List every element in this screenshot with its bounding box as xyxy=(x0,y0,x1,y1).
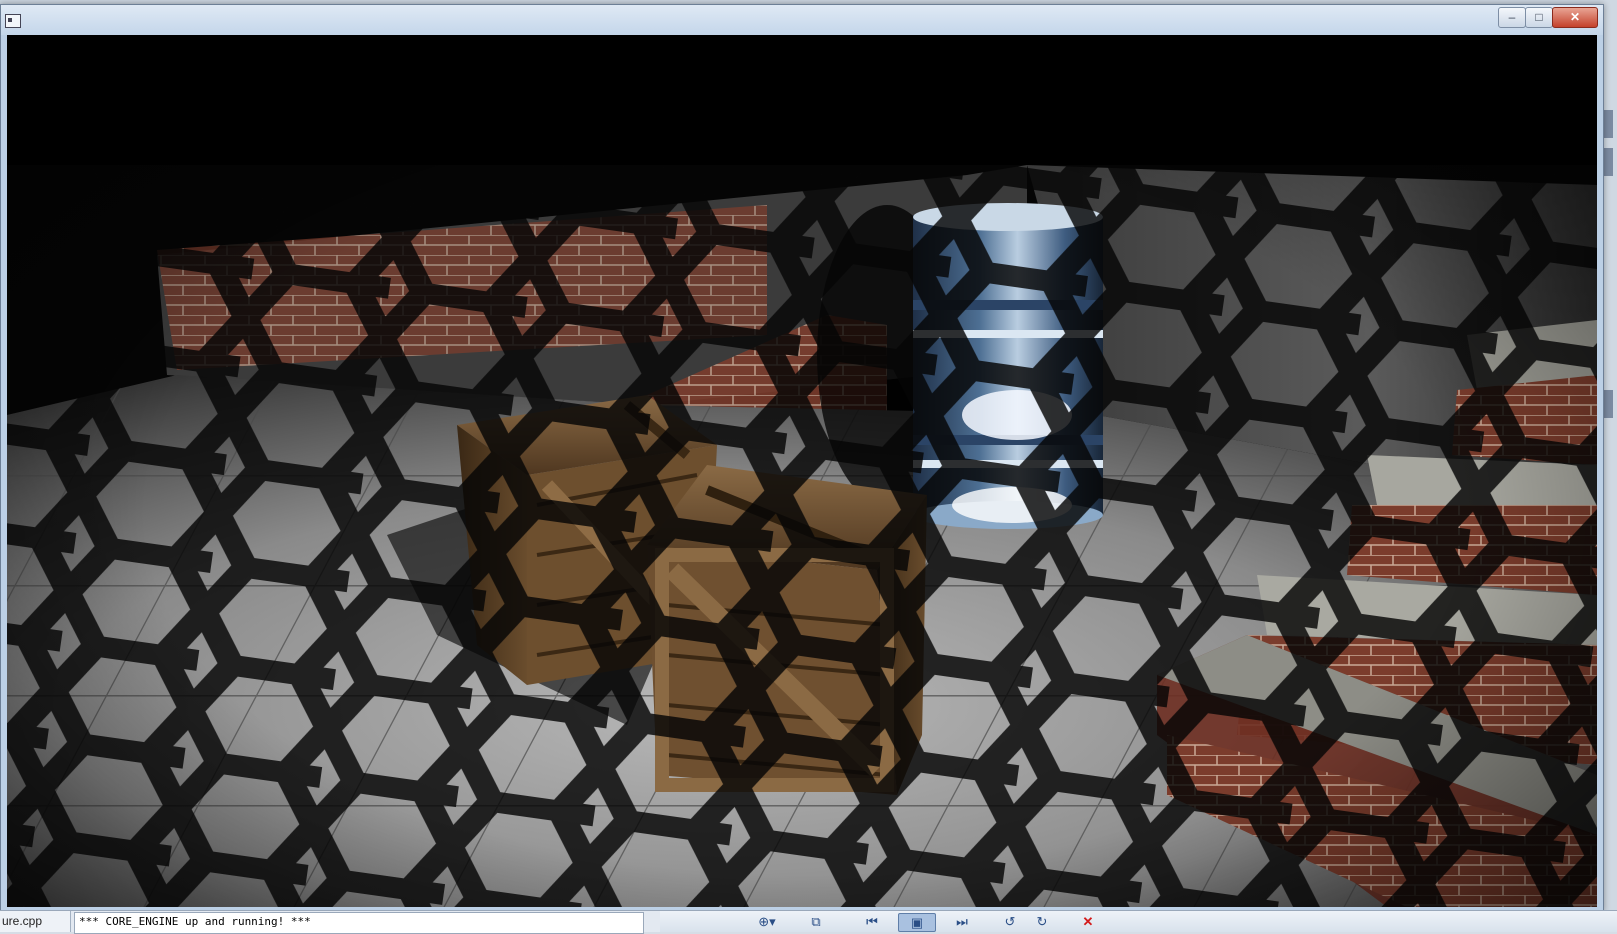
capture-icon[interactable]: ▣ xyxy=(898,913,936,932)
close-button[interactable]: ✕ xyxy=(1552,7,1598,28)
file-tab[interactable]: ure.cpp xyxy=(0,911,71,932)
3d-viewport[interactable] xyxy=(7,35,1597,907)
minimize-button[interactable]: ‒ xyxy=(1498,7,1526,28)
render-window: ‒ □ ✕ xyxy=(0,4,1604,912)
rotate-left-icon[interactable]: ↺ xyxy=(1000,913,1020,930)
zoom-icon[interactable]: ⊕▾ xyxy=(752,913,782,930)
app-icon[interactable] xyxy=(5,14,21,28)
title-bar[interactable]: ‒ □ ✕ xyxy=(1,5,1603,35)
maximize-button[interactable]: □ xyxy=(1525,7,1553,28)
scene-render xyxy=(7,35,1597,907)
last-frame-icon[interactable]: ⏭ xyxy=(952,913,972,930)
close-icon[interactable]: ✕ xyxy=(1078,913,1098,930)
fit-icon[interactable]: ⧉ xyxy=(806,913,826,930)
rotate-right-icon[interactable]: ↻ xyxy=(1032,913,1052,930)
first-frame-icon[interactable]: ⏮ xyxy=(862,913,882,930)
viewer-toolbar: ⊕▾ ⧉ ⏮ ▣ ⏭ ↺ ↻ ✕ xyxy=(660,911,1617,932)
ide-status-strip: ure.cpp *** CORE_ENGINE up and running! … xyxy=(0,910,1617,934)
